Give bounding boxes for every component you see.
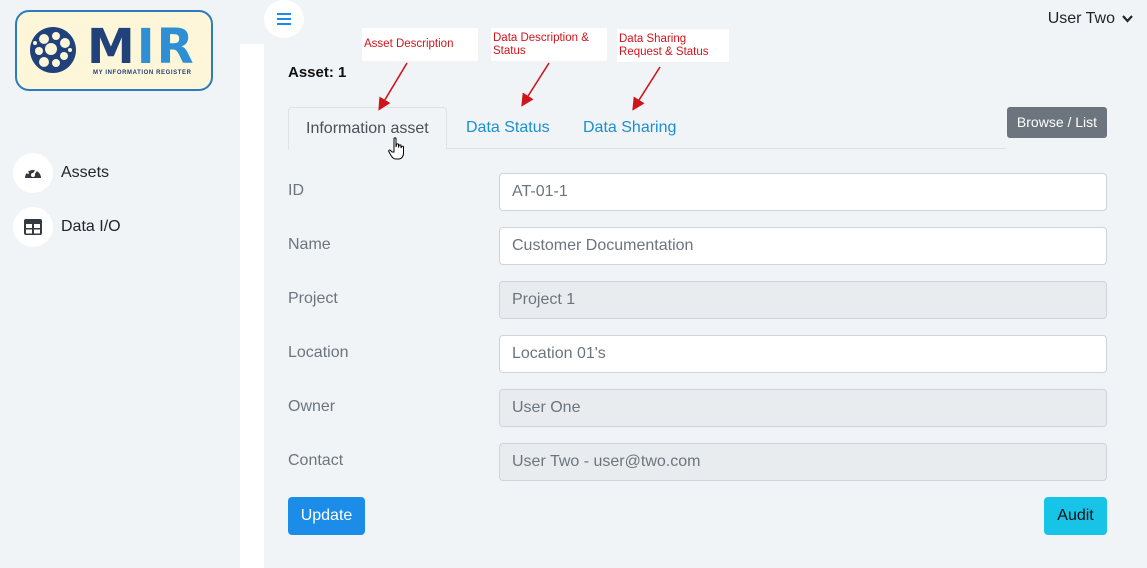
annotation-data-description: Data Description & Status [491, 28, 607, 61]
logo-wordmark: MIR [87, 20, 196, 74]
page-title: Asset: 1 [288, 64, 347, 81]
update-button[interactable]: Update [288, 497, 365, 535]
content-gutter [240, 44, 264, 568]
logo-letter-m: M [87, 19, 137, 75]
id-label: ID [288, 182, 304, 199]
location-field[interactable] [499, 335, 1107, 373]
sidebar-item-label: Assets [61, 164, 110, 181]
chevron-down-icon [1122, 15, 1133, 23]
annotation-data-sharing: Data Sharing Request & Status [617, 29, 729, 62]
sidebar-item-assets[interactable]: Assets [13, 153, 109, 193]
logo-circles-icon [30, 27, 76, 73]
hamburger-icon [277, 13, 291, 25]
contact-field[interactable] [499, 443, 1107, 481]
project-label: Project [288, 290, 338, 307]
table-icon [13, 207, 53, 247]
location-label: Location [288, 344, 349, 361]
annotation-text: Request & Status [619, 46, 709, 58]
logo-letters-ir: IR [136, 19, 196, 75]
tab-information-asset[interactable]: Information asset [288, 107, 447, 150]
annotation-text: Asset Description [364, 38, 454, 50]
name-label: Name [288, 236, 331, 253]
id-field[interactable] [499, 173, 1107, 211]
logo-subtitle: MY INFORMATION REGISTER [93, 70, 192, 76]
annotation-text: Data Description & [493, 32, 589, 44]
sidebar-item-label: Data I/O [61, 218, 121, 235]
contact-label: Contact [288, 452, 344, 469]
annotation-asset-description: Asset Description [362, 28, 478, 61]
browse-list-button[interactable]: Browse / List [1007, 107, 1107, 138]
tab-data-status[interactable]: Data Status [449, 107, 567, 149]
hamburger-menu-button[interactable] [264, 0, 304, 38]
tab-data-sharing[interactable]: Data Sharing [566, 107, 693, 149]
user-name: User Two [1047, 10, 1115, 27]
owner-field[interactable] [499, 389, 1107, 427]
user-menu-dropdown[interactable]: User Two [1048, 10, 1133, 28]
sidebar: MIR MY INFORMATION REGISTER Assets Data … [0, 0, 240, 568]
name-field[interactable] [499, 227, 1107, 265]
project-field[interactable] [499, 281, 1107, 319]
annotation-text: Status [493, 45, 526, 57]
audit-button[interactable]: Audit [1044, 497, 1107, 535]
hand-pointer-cursor-icon [388, 137, 404, 160]
sidebar-item-data-io[interactable]: Data I/O [13, 207, 121, 247]
mir-logo[interactable]: MIR MY INFORMATION REGISTER [15, 10, 213, 91]
owner-label: Owner [288, 398, 336, 415]
dashboard-gauge-icon [13, 153, 53, 193]
annotation-text: Data Sharing [619, 33, 687, 45]
